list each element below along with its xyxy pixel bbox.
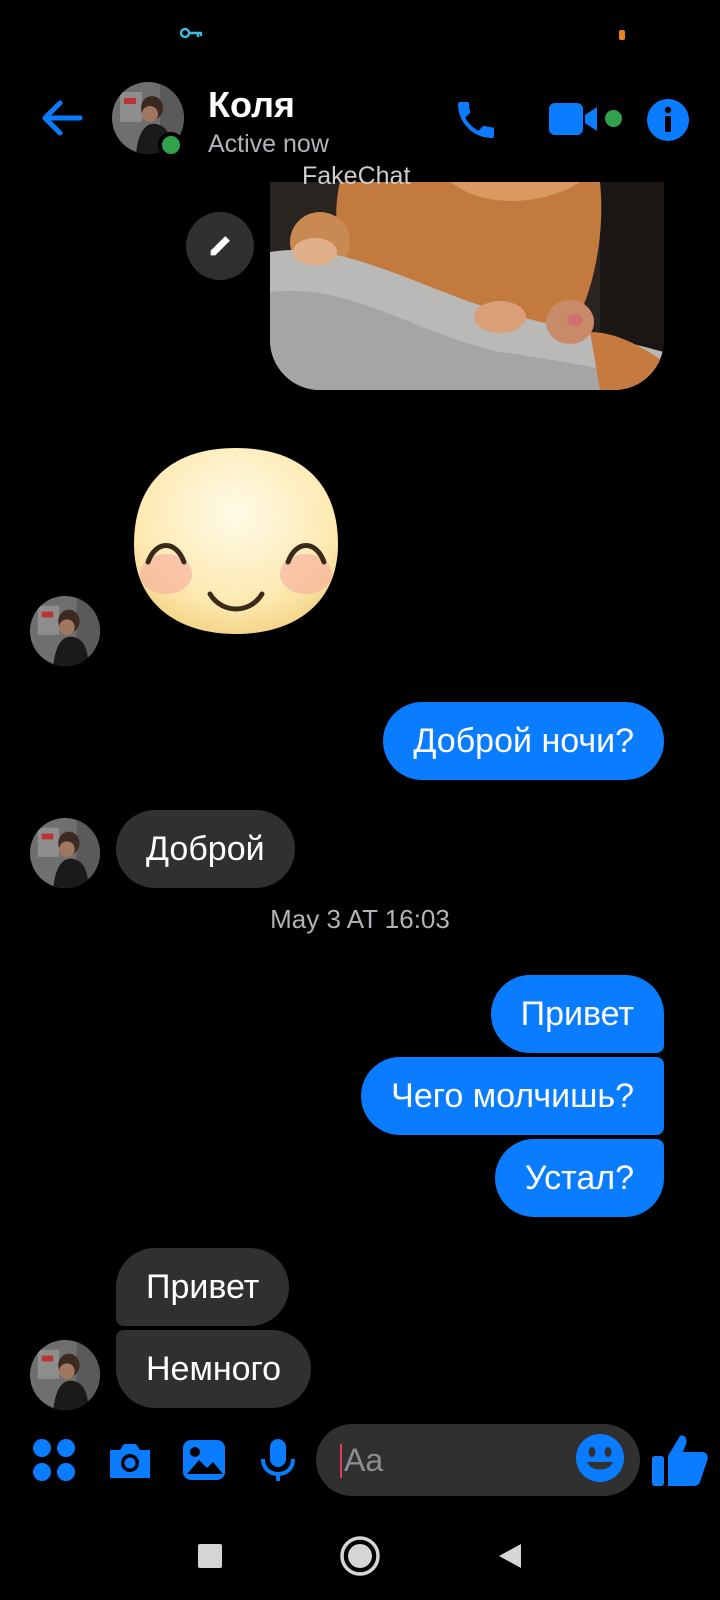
- pencil-icon: [210, 236, 230, 256]
- voice-message-button[interactable]: [250, 1432, 306, 1488]
- message-timestamp: May 3 AT 16:03: [270, 904, 450, 934]
- contact-name[interactable]: Коля: [208, 84, 295, 126]
- sender-avatar[interactable]: [30, 818, 100, 888]
- voice-call-button[interactable]: [446, 90, 506, 150]
- message-composer: Aa: [0, 1422, 720, 1500]
- watermark-text: FakeChat: [302, 162, 411, 190]
- outgoing-message[interactable]: Доброй ночи?: [383, 702, 664, 780]
- outgoing-message[interactable]: Привет: [490, 975, 664, 1053]
- vpn-key-icon: [180, 27, 203, 39]
- recents-button[interactable]: [184, 1530, 236, 1582]
- messenger-chat-screen: Коля Active now FakeChat Доброй ночи? До…: [0, 0, 720, 1600]
- smiley-icon: [576, 1434, 624, 1482]
- sender-avatar[interactable]: [30, 596, 100, 666]
- cat-photo: [270, 182, 664, 390]
- video-call-button[interactable]: [540, 92, 610, 146]
- edit-image-button[interactable]: [186, 212, 254, 280]
- square-icon: [198, 1544, 222, 1568]
- privacy-indicator-dot: [619, 30, 625, 40]
- info-icon: [647, 99, 689, 141]
- emoji-button[interactable]: [574, 1432, 628, 1486]
- microphone-icon: [261, 1439, 295, 1481]
- video-available-dot: [605, 110, 622, 127]
- incoming-message[interactable]: Доброй: [116, 810, 295, 888]
- phone-icon: [458, 102, 494, 138]
- online-status-dot: [158, 132, 184, 158]
- conversation-info-button[interactable]: [640, 92, 696, 148]
- text-caret: [340, 1444, 342, 1478]
- back-button[interactable]: [36, 92, 88, 144]
- more-actions-button[interactable]: [26, 1432, 82, 1488]
- incoming-message[interactable]: Немного: [116, 1330, 312, 1408]
- image-icon: [183, 1440, 225, 1480]
- camera-button[interactable]: [102, 1432, 158, 1488]
- system-navigation-bar: [0, 1510, 720, 1600]
- four-dots-icon: [33, 1439, 75, 1481]
- outgoing-message[interactable]: Чего молчишь?: [361, 1057, 664, 1135]
- back-nav-button[interactable]: [484, 1530, 536, 1582]
- incoming-message[interactable]: Привет: [116, 1248, 290, 1326]
- photo-message[interactable]: [270, 182, 664, 390]
- thumbs-up-icon: [652, 1435, 708, 1486]
- circle-home-icon: [340, 1536, 380, 1576]
- video-camera-icon: [549, 103, 597, 135]
- sender-avatar[interactable]: [30, 1340, 100, 1410]
- message-list[interactable]: Доброй ночи? Доброй May 3 AT 16:03 Приве…: [0, 182, 720, 1422]
- triangle-back-icon: [499, 1544, 521, 1568]
- status-bar: [0, 0, 720, 70]
- smiley-sticker[interactable]: [126, 444, 346, 636]
- camera-icon: [110, 1444, 150, 1478]
- contact-status: Active now: [208, 130, 329, 158]
- message-input[interactable]: Aa: [316, 1424, 640, 1496]
- like-button[interactable]: [648, 1428, 712, 1492]
- gallery-button[interactable]: [176, 1432, 232, 1488]
- back-arrow-icon: [42, 100, 83, 136]
- home-button[interactable]: [334, 1530, 386, 1582]
- message-input-placeholder: Aa: [344, 1442, 384, 1478]
- outgoing-message[interactable]: Устал?: [494, 1139, 664, 1217]
